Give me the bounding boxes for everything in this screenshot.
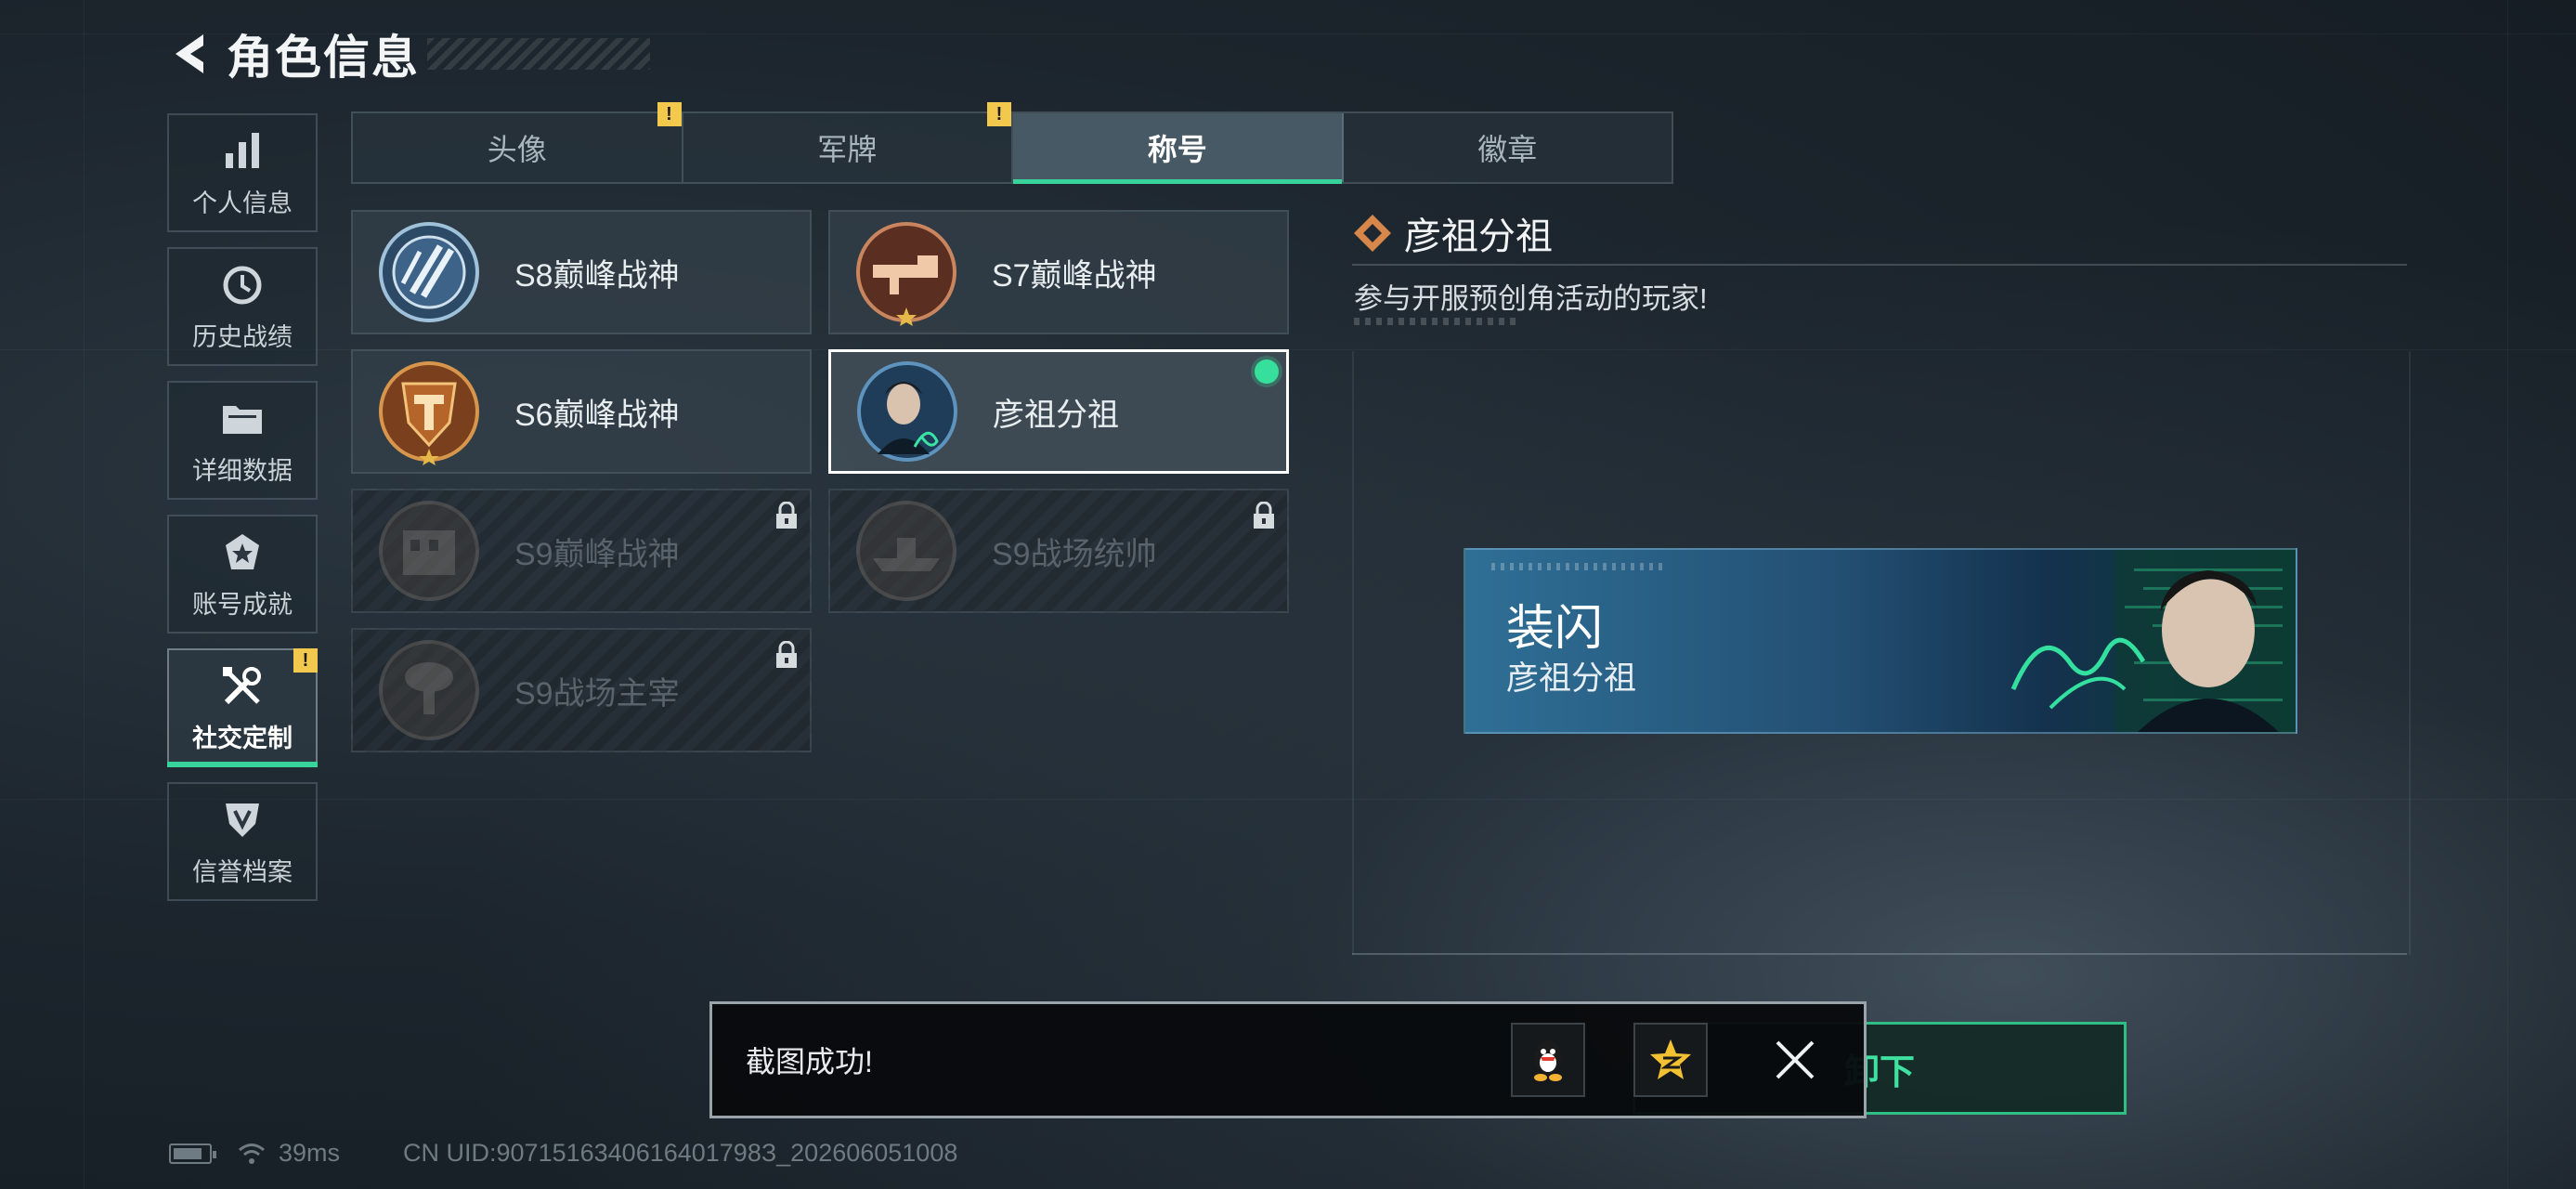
sidebar-item-label: 详细数据 [192, 456, 293, 485]
title-card-locked[interactable]: S9战场主宰 [351, 628, 812, 752]
sidebar: 个人信息 历史战绩 详细数据 账号成就 ! 社交定制 信誉档案 [167, 113, 318, 916]
sidebar-item-personal-info[interactable]: 个人信息 [167, 113, 318, 232]
tab-label: 头像 [487, 133, 547, 166]
title-name: S9战场主宰 [514, 675, 680, 712]
tools-icon [218, 662, 267, 711]
bar-chart-icon [218, 127, 267, 176]
tab-title[interactable]: 称号 [1013, 113, 1344, 184]
rifle-emblem-icon [856, 222, 956, 326]
banner-main-text: 装闪 [1506, 602, 1604, 656]
status-bar: 39ms CN UID:9071516340616401798З_2026060… [169, 1139, 957, 1168]
divider [1352, 264, 2407, 266]
tab-dog-tag[interactable]: 军牌 ! [683, 102, 1013, 182]
mushroom-cloud-emblem-icon [379, 640, 479, 740]
title-name: S9战场统帅 [992, 536, 1157, 572]
laurel-emblem-icon [379, 222, 479, 322]
share-qq-button[interactable] [1511, 1023, 1585, 1097]
decorative-code [1491, 563, 1668, 570]
sidebar-item-history[interactable]: 历史战绩 [167, 247, 318, 366]
screenshot-toast: 截图成功! [709, 1001, 1867, 1118]
title-decoration [427, 38, 650, 70]
portrait-emblem-icon [857, 361, 957, 462]
battery-icon [169, 1143, 216, 1164]
close-icon [1776, 1040, 1815, 1079]
history-clock-icon [218, 261, 267, 309]
title-name: S9巅峰战神 [514, 536, 680, 572]
shield-emblem-icon [379, 361, 479, 465]
qq-penguin-icon [1534, 1040, 1562, 1081]
divider [1352, 953, 2407, 955]
detail-description: 参与开服预创角活动的玩家! [1354, 282, 1708, 315]
sidebar-item-label: 个人信息 [192, 189, 293, 217]
title-name: S6巅峰战神 [514, 397, 680, 433]
sidebar-item-credit-record[interactable]: 信誉档案 [167, 782, 318, 901]
wifi-icon [239, 1143, 265, 1164]
building-emblem-icon [379, 501, 479, 601]
toast-message: 截图成功! [746, 1045, 873, 1078]
category-tabs: 头像 ! 军牌 ! 称号 徽章 [351, 102, 1673, 184]
lock-icon [776, 641, 797, 668]
banner-title-text: 彦祖分祖 [1506, 660, 1637, 697]
title-name: 彦祖分祖 [993, 397, 1119, 433]
share-qzone-button[interactable] [1633, 1023, 1708, 1097]
qzone-star-icon [1650, 1039, 1691, 1079]
sidebar-item-label: 信誉档案 [192, 857, 293, 886]
back-arrow-icon [176, 34, 203, 73]
alert-badge: ! [657, 102, 682, 126]
title-card[interactable]: S8巅峰战神 [351, 210, 812, 334]
portrait-signature-art [2010, 550, 2296, 732]
sidebar-item-label: 历史战绩 [192, 322, 293, 351]
back-button[interactable] [167, 28, 212, 80]
page-header: 角色信息 [167, 28, 650, 84]
title-card-equipped[interactable]: 彦祖分祖 [828, 349, 1289, 474]
tab-avatar[interactable]: 头像 ! [353, 102, 683, 182]
sidebar-item-label: 账号成就 [192, 590, 293, 619]
warship-emblem-icon [856, 501, 956, 601]
lock-icon [776, 502, 797, 529]
uid-text: CN UID:9071516340616401798З_202606051008 [403, 1139, 958, 1167]
tab-label: 徽章 [1477, 133, 1538, 166]
detail-header: 彦祖分祖 [1352, 206, 1553, 260]
alert-badge: ! [293, 648, 318, 673]
sidebar-item-detailed-data[interactable]: 详细数据 [167, 381, 318, 500]
tab-badge[interactable]: 徽章 [1344, 113, 1672, 182]
title-card-locked[interactable]: S9战场统帅 [828, 489, 1289, 613]
title-name: S8巅峰战神 [514, 257, 680, 294]
title-preview-banner: 装闪 彦祖分祖 [1464, 548, 2297, 734]
tab-label: 军牌 [817, 133, 878, 166]
page-title: 角色信息 [227, 32, 420, 84]
diamond-icon [1354, 215, 1391, 252]
tab-label: 称号 [1147, 133, 1207, 166]
title-card[interactable]: S7巅峰战神 [828, 210, 1289, 334]
title-card[interactable]: S6巅峰战神 [351, 349, 812, 474]
lock-icon [1254, 502, 1274, 529]
equipped-indicator [1255, 359, 1279, 384]
title-name: S7巅峰战神 [992, 257, 1157, 294]
sidebar-item-achievements[interactable]: 账号成就 [167, 515, 318, 634]
toast-close-button[interactable] [1767, 1032, 1823, 1088]
decorative-code [1354, 318, 1521, 325]
shield-icon [218, 796, 267, 844]
sidebar-item-label: 社交定制 [192, 724, 293, 752]
title-card-locked[interactable]: S9巅峰战神 [351, 489, 812, 613]
folder-icon [218, 395, 267, 443]
alert-badge: ! [987, 102, 1011, 126]
detail-title-name: 彦祖分祖 [1404, 216, 1553, 257]
achievement-icon [218, 529, 267, 577]
ping-value: 39ms [279, 1139, 341, 1167]
sidebar-item-social-custom[interactable]: ! 社交定制 [167, 648, 318, 767]
